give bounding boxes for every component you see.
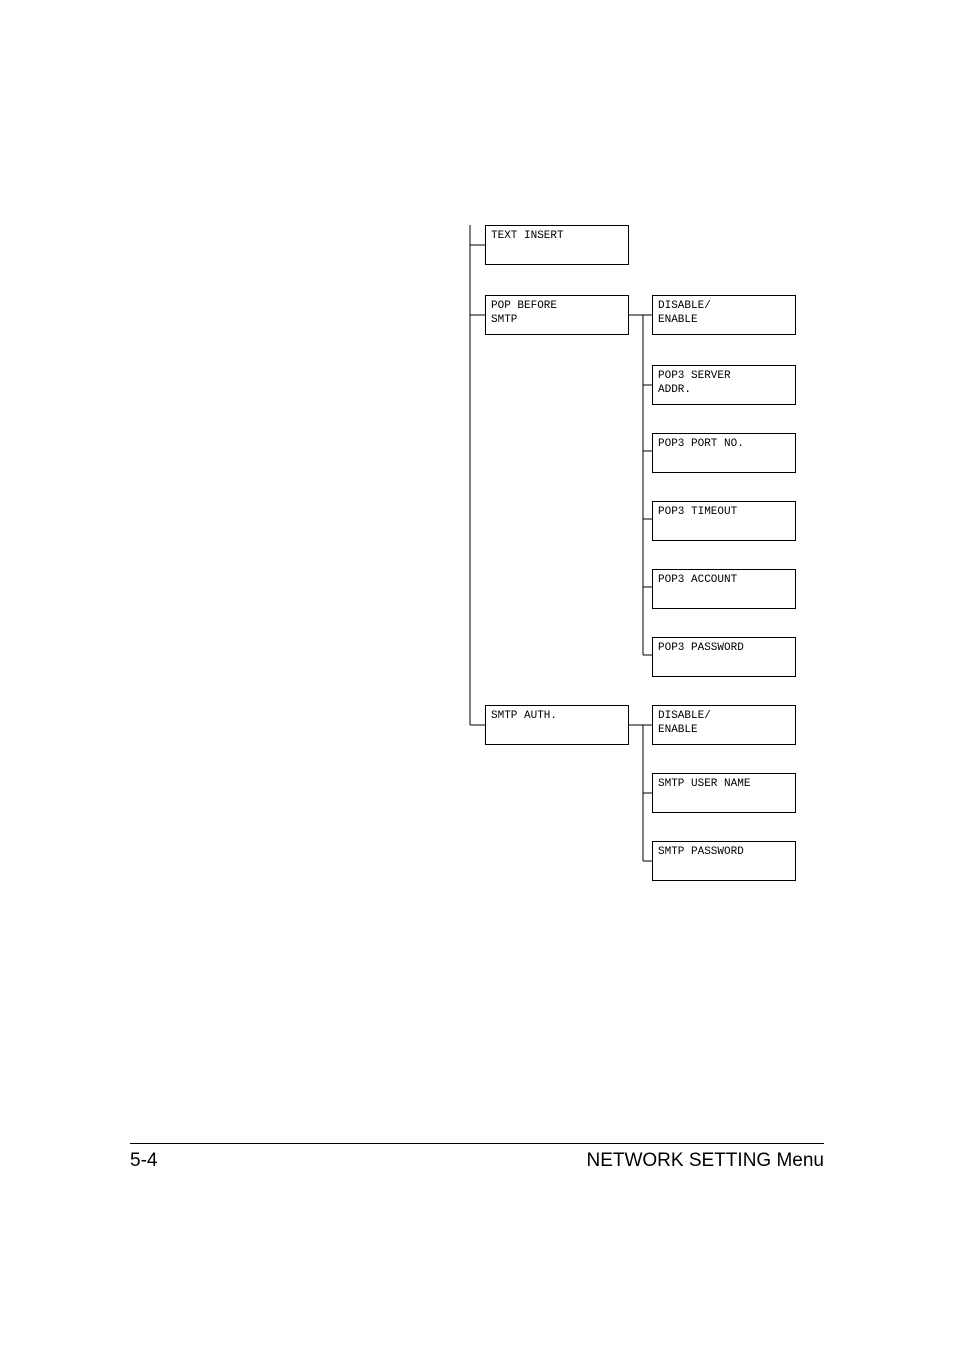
label: POP3 PASSWORD <box>658 642 744 654</box>
menu-item-smtp-auth: SMTP AUTH. <box>485 705 629 745</box>
menu-item-pop3-timeout: POP3 TIMEOUT <box>652 501 796 541</box>
menu-item-pop3-port-no: POP3 PORT NO. <box>652 433 796 473</box>
menu-item-smtp-disable-enable: DISABLE/ ENABLE <box>652 705 796 745</box>
page-number: 5-4 <box>130 1150 157 1172</box>
menu-item-pop3-server-addr: POP3 SERVER ADDR. <box>652 365 796 405</box>
label: TEXT INSERT <box>491 230 564 242</box>
label: DISABLE/ ENABLE <box>658 710 711 736</box>
menu-tree-diagram: TEXT INSERT POP BEFORE SMTP SMTP AUTH. D… <box>350 225 820 945</box>
label: POP3 TIMEOUT <box>658 506 737 518</box>
menu-item-pop-disable-enable: DISABLE/ ENABLE <box>652 295 796 335</box>
label: POP3 ACCOUNT <box>658 574 737 586</box>
menu-item-text-insert: TEXT INSERT <box>485 225 629 265</box>
page: TEXT INSERT POP BEFORE SMTP SMTP AUTH. D… <box>0 0 954 1350</box>
menu-item-pop3-account: POP3 ACCOUNT <box>652 569 796 609</box>
label: SMTP AUTH. <box>491 710 557 722</box>
label: POP3 PORT NO. <box>658 438 744 450</box>
label: POP3 SERVER ADDR. <box>658 370 731 396</box>
menu-item-pop3-password: POP3 PASSWORD <box>652 637 796 677</box>
menu-item-pop-before-smtp: POP BEFORE SMTP <box>485 295 629 335</box>
page-footer: 5-4 NETWORK SETTING Menu <box>130 1143 824 1172</box>
menu-item-smtp-user-name: SMTP USER NAME <box>652 773 796 813</box>
menu-item-smtp-password: SMTP PASSWORD <box>652 841 796 881</box>
page-title: NETWORK SETTING Menu <box>586 1150 824 1172</box>
label: SMTP PASSWORD <box>658 846 744 858</box>
label: DISABLE/ ENABLE <box>658 300 711 326</box>
label: SMTP USER NAME <box>658 778 750 790</box>
label: POP BEFORE SMTP <box>491 300 557 326</box>
